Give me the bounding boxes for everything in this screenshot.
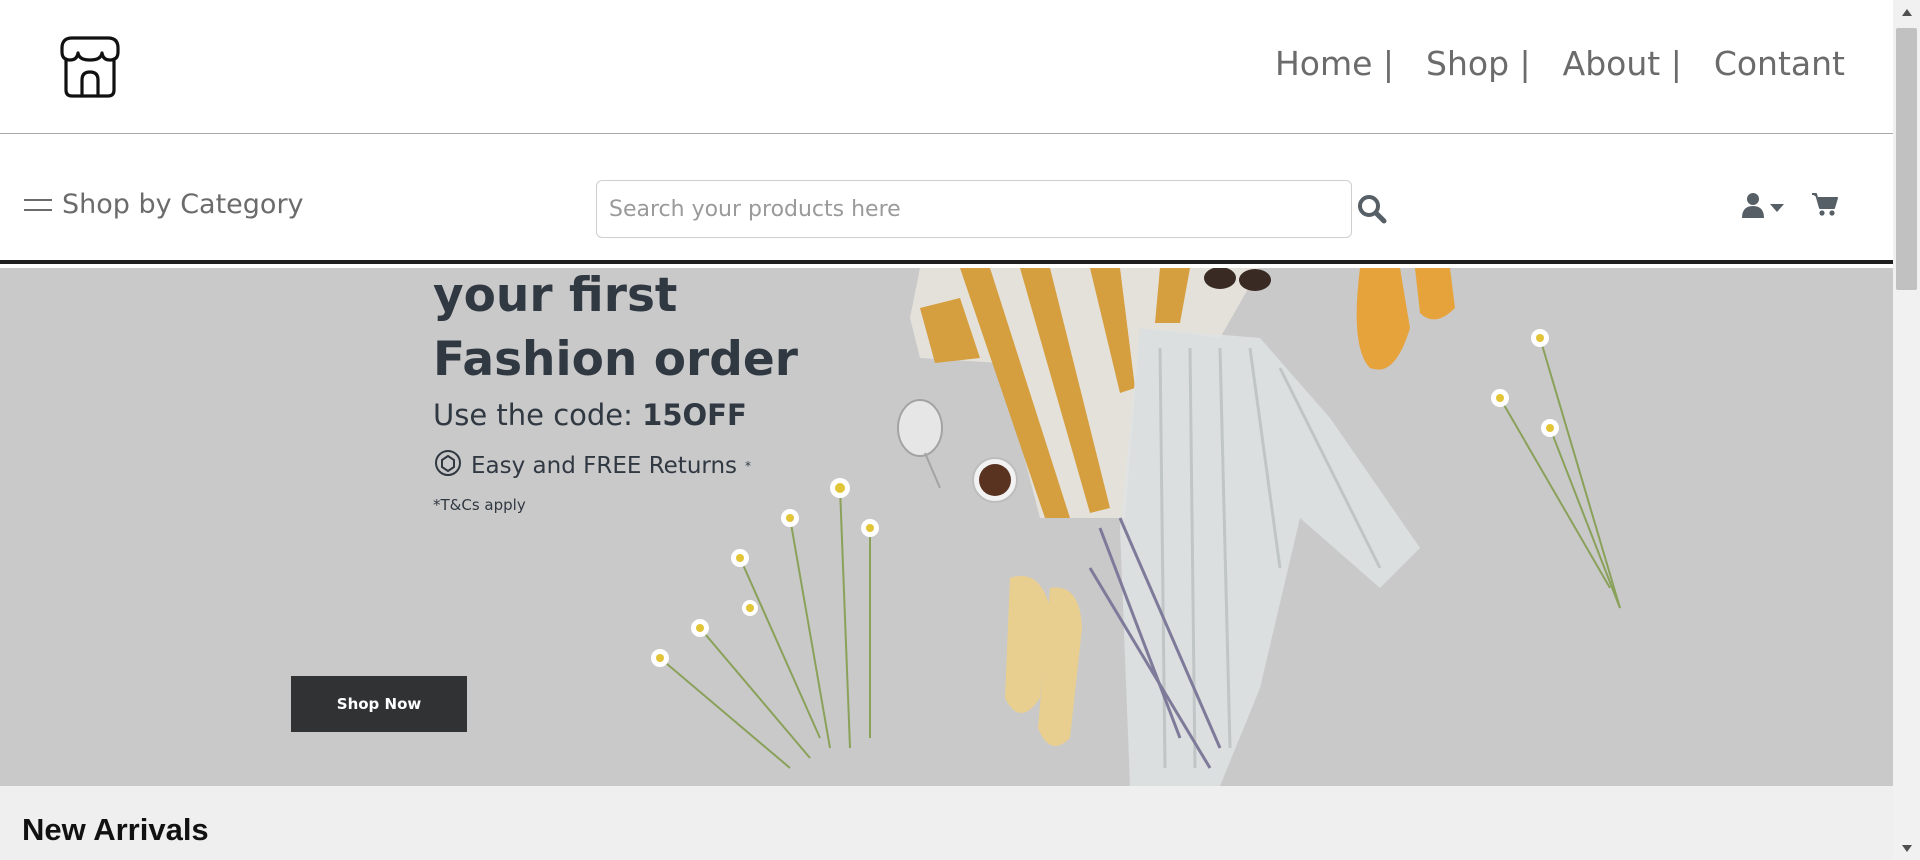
shop-now-button[interactable]: Shop Now	[291, 676, 467, 732]
top-header: Home | Shop | About | Contant	[0, 0, 1893, 134]
beige-shoes	[1005, 576, 1082, 746]
terms-note: *T&Cs apply	[433, 496, 526, 514]
hero-headline-line1: your first	[433, 268, 678, 323]
nav-contact-link[interactable]: Contant	[1714, 44, 1845, 83]
scrollbar-thumb[interactable]	[1896, 28, 1917, 290]
page: Home | Shop | About | Contant Shop by Ca…	[0, 0, 1893, 860]
menu-icon	[24, 194, 52, 216]
hero-banner: your first Fashion order Use the code: 1…	[0, 268, 1893, 786]
vertical-scrollbar[interactable]	[1893, 0, 1920, 860]
returns-text: Easy and FREE Returns	[471, 453, 738, 479]
new-arrivals-section: New Arrivals	[0, 786, 1893, 860]
daisy-flowers-right	[1499, 337, 1621, 609]
caret-down-icon	[1770, 198, 1784, 217]
cart-icon[interactable]	[1812, 192, 1842, 222]
hero-headline-line2: Fashion order	[433, 332, 798, 387]
daisy-heads-right	[1491, 329, 1559, 437]
hero-promo-code: Use the code: 15OFF	[433, 398, 747, 432]
scroll-down-arrow-icon[interactable]	[1893, 836, 1920, 860]
shop-by-category-button[interactable]: Shop by Category	[24, 189, 304, 220]
returns-icon	[433, 448, 463, 484]
search-input[interactable]	[596, 180, 1352, 238]
striped-trousers	[1120, 328, 1420, 786]
glass-and-coffee	[897, 399, 1018, 503]
section-title: New Arrivals	[22, 812, 209, 847]
scroll-up-arrow-icon[interactable]	[1893, 0, 1920, 24]
search-icon[interactable]	[1356, 193, 1388, 225]
shop-by-category-label: Shop by Category	[62, 189, 304, 220]
nav-about-link[interactable]: About |	[1563, 44, 1682, 83]
hero-returns-note: Easy and FREE Returns *	[433, 448, 751, 484]
orange-shoes	[1356, 268, 1455, 370]
storefront-icon[interactable]	[58, 34, 122, 98]
user-menu-button[interactable]	[1742, 192, 1792, 222]
nav-home-link[interactable]: Home |	[1275, 44, 1394, 83]
nav-shop-link[interactable]: Shop |	[1426, 44, 1531, 83]
main-nav: Home | Shop | About | Contant	[1243, 44, 1845, 83]
search-bar-row: Shop by Category	[0, 135, 1893, 264]
user-icon	[1742, 192, 1764, 222]
